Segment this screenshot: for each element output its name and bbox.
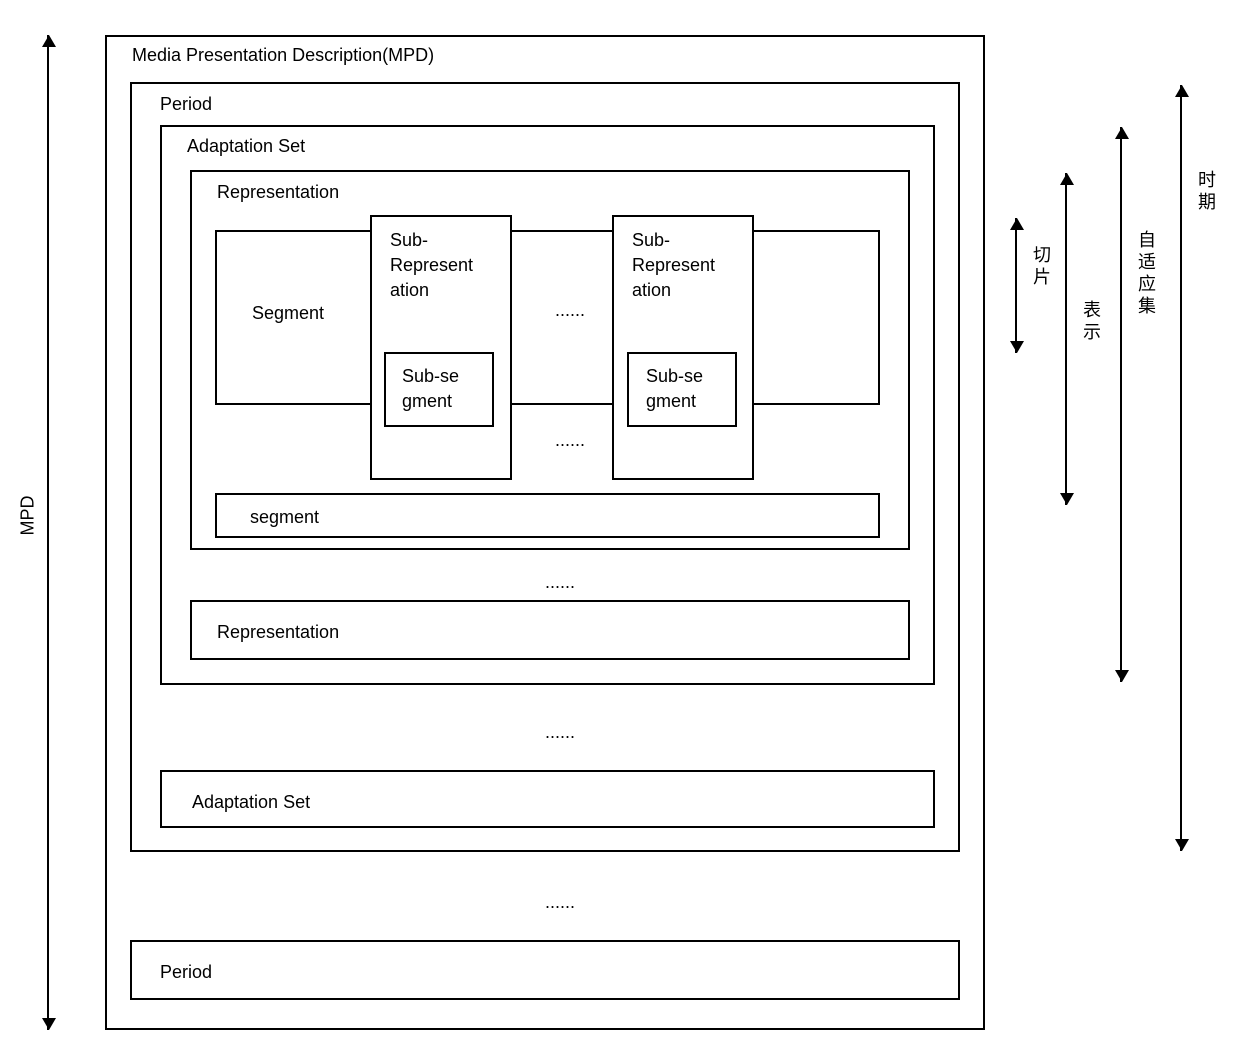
adaptation-set-title-1: Adaptation Set xyxy=(175,128,317,165)
slice-label: 切片 xyxy=(1028,245,1054,289)
sub-representation-title-2: Sub-Represent ation xyxy=(620,220,750,312)
ellipsis-subrep: ...... xyxy=(540,300,600,321)
mpd-left-arrow xyxy=(47,35,49,1030)
adaptset-label: 自适应集 xyxy=(1133,230,1159,318)
adaptation-set-title-2: Adaptation Set xyxy=(180,784,322,821)
sub-segment-title-1: Sub-se gment xyxy=(390,356,490,422)
period-box-2 xyxy=(130,940,960,1000)
represent-arrow xyxy=(1065,173,1067,505)
mpd-title: Media Presentation Description(MPD) xyxy=(120,37,446,74)
representation-title-1: Representation xyxy=(205,174,351,211)
period-title-1: Period xyxy=(148,86,224,123)
ellipsis-representation: ...... xyxy=(530,572,590,593)
period-label: 时期 xyxy=(1193,170,1219,214)
period-title-2: Period xyxy=(148,954,224,991)
ellipsis-subseg: ...... xyxy=(540,430,600,451)
mpd-side-label: MPD xyxy=(18,496,39,536)
sub-segment-title-2: Sub-se gment xyxy=(634,356,734,422)
segment-title-1: Segment xyxy=(240,295,336,332)
slice-arrow xyxy=(1015,218,1017,353)
period-arrow xyxy=(1180,85,1182,851)
representation-title-2: Representation xyxy=(205,614,351,651)
segment-title-2: segment xyxy=(238,499,331,536)
adaptset-arrow xyxy=(1120,127,1122,682)
sub-representation-title-1: Sub-Represent ation xyxy=(378,220,508,312)
ellipsis-period: ...... xyxy=(530,892,590,913)
represent-label: 表示 xyxy=(1078,300,1104,344)
ellipsis-adaptset: ...... xyxy=(530,722,590,743)
